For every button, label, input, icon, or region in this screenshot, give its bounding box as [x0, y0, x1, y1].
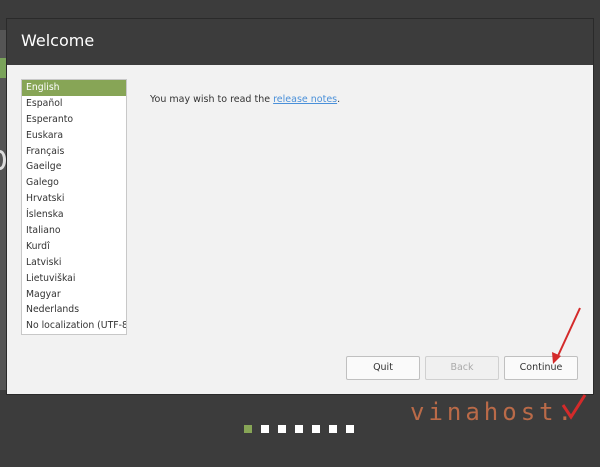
release-notes-suffix: .: [337, 94, 341, 105]
language-item[interactable]: Esperanto: [22, 112, 126, 128]
language-item[interactable]: Kurdî: [22, 239, 126, 255]
language-item[interactable]: Íslenska: [22, 207, 126, 223]
progress-dot: [261, 425, 269, 433]
language-item[interactable]: Italiano: [22, 223, 126, 239]
window-content: English Español Esperanto Euskara Français Ga…: [7, 65, 593, 394]
quit-button[interactable]: Quit: [346, 356, 420, 380]
progress-dots: [244, 425, 354, 433]
language-item[interactable]: Euskara: [22, 128, 126, 144]
language-item[interactable]: Gaeilge: [22, 159, 126, 175]
language-item[interactable]: Español: [22, 96, 126, 112]
language-item[interactable]: Français: [22, 144, 126, 160]
language-item[interactable]: Hrvatski: [22, 191, 126, 207]
language-item[interactable]: Lietuviškai: [22, 271, 126, 287]
progress-dot: [244, 425, 252, 433]
language-item[interactable]: Latviski: [22, 255, 126, 271]
progress-dot: [329, 425, 337, 433]
continue-button[interactable]: Continue: [504, 356, 578, 380]
installer-screen: Welcome English Español Esperanto Euskara Fr…: [0, 0, 600, 467]
release-notes-text: You may wish to read the release notes.: [150, 94, 340, 105]
progress-dot: [312, 425, 320, 433]
language-item[interactable]: Magyar: [22, 287, 126, 303]
progress-dot: [278, 425, 286, 433]
watermark-text: vinahost.: [410, 398, 577, 426]
language-list[interactable]: English Español Esperanto Euskara Français Ga…: [21, 79, 127, 335]
release-notes-link[interactable]: release notes: [273, 94, 337, 105]
back-button[interactable]: Back: [425, 356, 499, 380]
progress-dot: [295, 425, 303, 433]
installer-window: Welcome English Español Esperanto Euskara Fr…: [6, 18, 594, 395]
window-title: Welcome: [21, 31, 95, 50]
progress-dot: [346, 425, 354, 433]
language-item[interactable]: Nederlands: [22, 302, 126, 318]
release-notes-prefix: You may wish to read the: [150, 94, 274, 105]
language-item[interactable]: Galego: [22, 175, 126, 191]
window-titlebar[interactable]: Welcome: [7, 19, 593, 65]
language-item[interactable]: English: [22, 80, 126, 96]
watermark-logo: vinahost.: [410, 398, 576, 426]
language-item[interactable]: No localization (UTF-8): [22, 318, 126, 334]
